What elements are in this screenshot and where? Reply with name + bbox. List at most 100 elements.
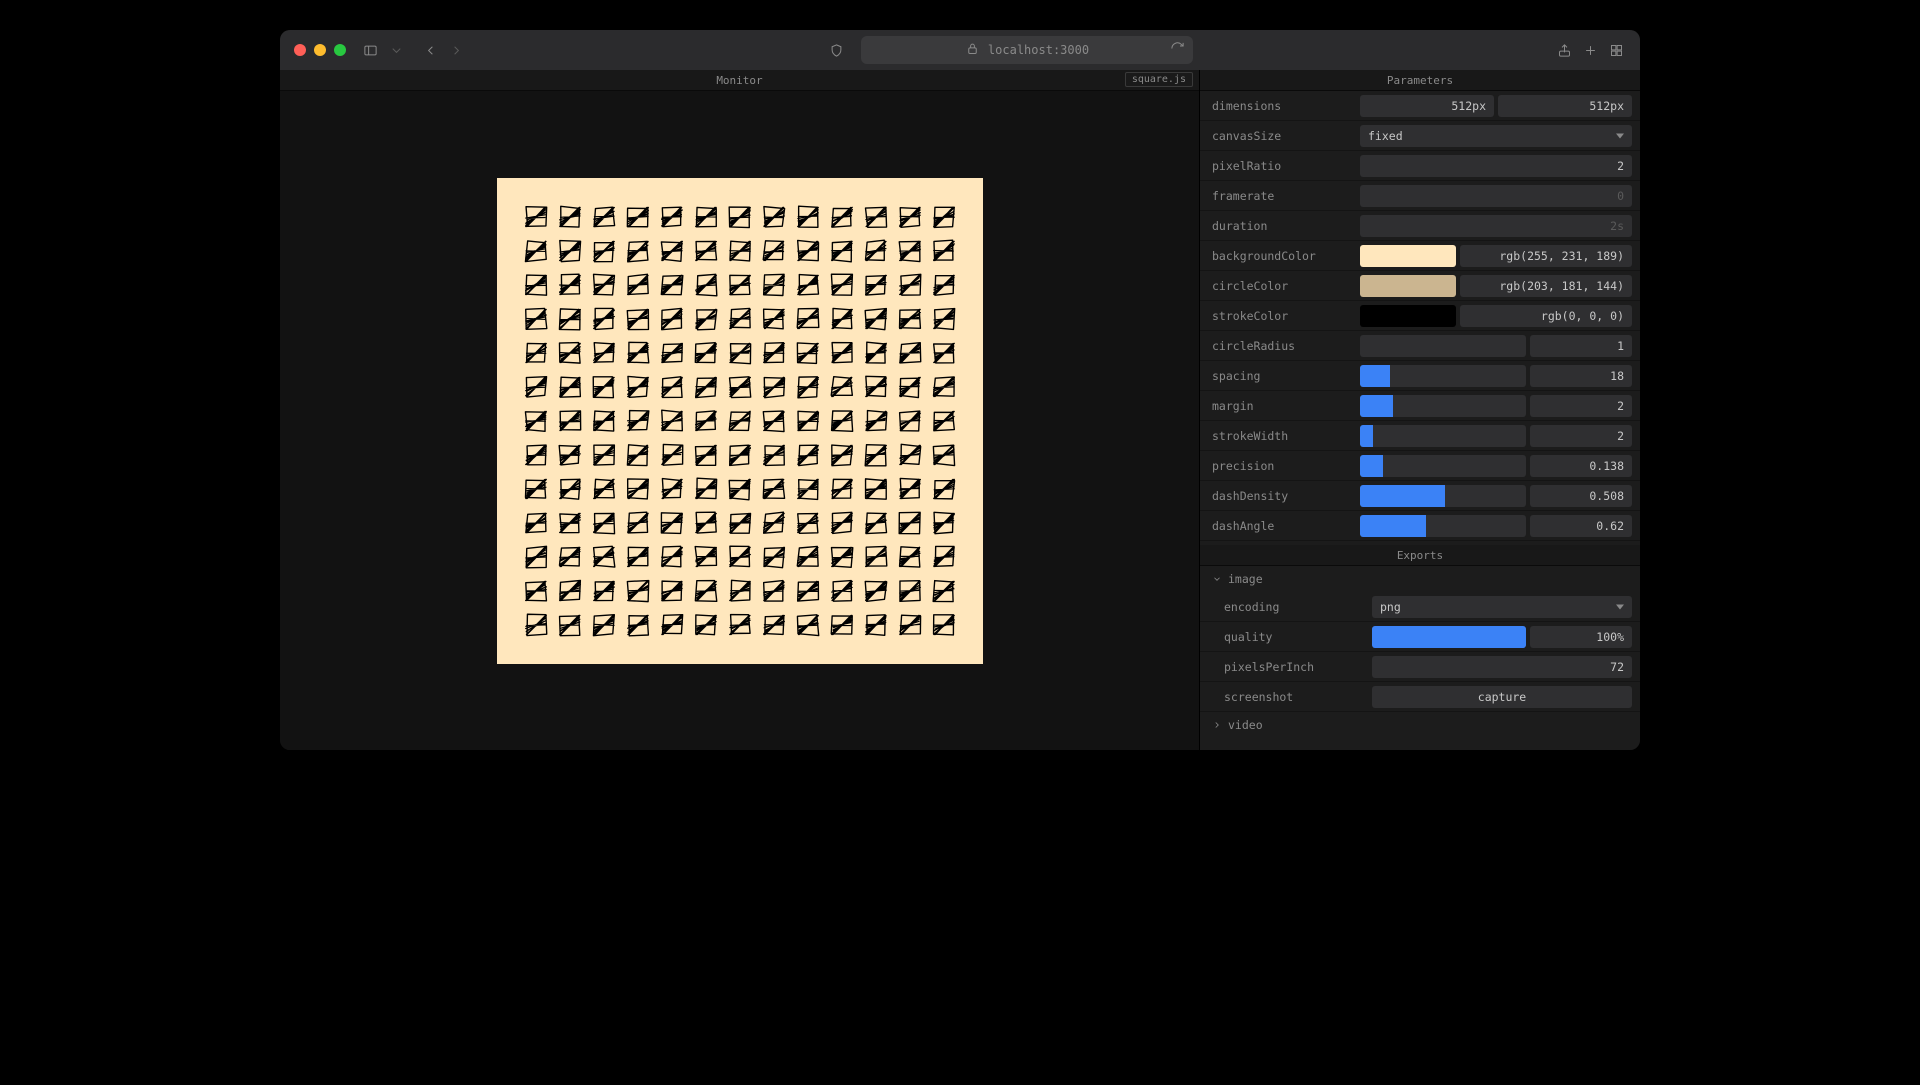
shield-icon[interactable] bbox=[827, 40, 847, 60]
chevron-down-icon bbox=[1212, 574, 1222, 584]
param-slider-quality[interactable] bbox=[1372, 626, 1526, 648]
param-label-screenshot: screenshot bbox=[1224, 690, 1364, 704]
chevron-down-icon[interactable] bbox=[386, 40, 406, 60]
param-label-framerate: framerate bbox=[1212, 189, 1352, 203]
param-row-circleRadius: circleRadius1 bbox=[1200, 331, 1640, 361]
close-window-button[interactable] bbox=[294, 44, 306, 56]
browser-toolbar: localhost:3000 bbox=[280, 30, 1640, 70]
param-row-dashDensity: dashDensity0.508 bbox=[1200, 481, 1640, 511]
grid-cell bbox=[795, 340, 821, 366]
refresh-icon[interactable] bbox=[1170, 41, 1185, 59]
param-slider-spacing[interactable] bbox=[1360, 365, 1526, 387]
grid-cell bbox=[761, 306, 787, 332]
export-group-image[interactable]: image bbox=[1200, 566, 1640, 592]
param-input-pixelRatio[interactable]: 2 bbox=[1360, 155, 1632, 177]
grid-cell bbox=[659, 238, 685, 264]
grid-cell bbox=[795, 204, 821, 230]
param-row-canvasSize: canvasSizefixed bbox=[1200, 121, 1640, 151]
grid-cell bbox=[591, 306, 617, 332]
param-slider-dashAngle[interactable] bbox=[1360, 515, 1526, 537]
param-input-dashDensity[interactable]: 0.508 bbox=[1530, 485, 1632, 507]
new-tab-icon[interactable] bbox=[1580, 40, 1600, 60]
grid-cell bbox=[523, 272, 549, 298]
grid-cell bbox=[761, 408, 787, 434]
grid-cell bbox=[557, 306, 583, 332]
sidebar-toggle-icon[interactable] bbox=[360, 40, 380, 60]
grid-cell bbox=[931, 578, 957, 604]
param-input-dimensions-0[interactable]: 512px bbox=[1360, 95, 1494, 117]
grid-cell bbox=[727, 408, 753, 434]
grid-cell bbox=[897, 374, 923, 400]
canvas-area bbox=[280, 91, 1199, 750]
grid-cell bbox=[591, 612, 617, 638]
monitor-filename-badge: square.js bbox=[1125, 72, 1193, 87]
param-label-backgroundColor: backgroundColor bbox=[1212, 249, 1352, 263]
export-group-label: video bbox=[1228, 718, 1263, 732]
grid-cell bbox=[761, 374, 787, 400]
param-select-encoding[interactable]: png bbox=[1372, 596, 1632, 618]
grid-cell bbox=[863, 442, 889, 468]
param-input-dashAngle[interactable]: 0.62 bbox=[1530, 515, 1632, 537]
param-input-precision[interactable]: 0.138 bbox=[1530, 455, 1632, 477]
app-body: Monitor square.js Parameters dimensions5… bbox=[280, 70, 1640, 750]
param-input-spacing[interactable]: 18 bbox=[1530, 365, 1632, 387]
param-swatch-circleColor[interactable] bbox=[1360, 275, 1456, 297]
grid-cell bbox=[557, 612, 583, 638]
param-slider-dashDensity[interactable] bbox=[1360, 485, 1526, 507]
param-input-strokeWidth[interactable]: 2 bbox=[1530, 425, 1632, 447]
grid-cell bbox=[557, 204, 583, 230]
param-input-strokeColor[interactable]: rgb(0, 0, 0) bbox=[1460, 305, 1632, 327]
param-slider-precision[interactable] bbox=[1360, 455, 1526, 477]
tab-overview-icon[interactable] bbox=[1606, 40, 1626, 60]
grid-cell bbox=[931, 374, 957, 400]
param-slider-margin[interactable] bbox=[1360, 395, 1526, 417]
param-label-strokeWidth: strokeWidth bbox=[1212, 429, 1352, 443]
grid-cell bbox=[659, 408, 685, 434]
grid-cell bbox=[931, 306, 957, 332]
grid-cell bbox=[523, 238, 549, 264]
param-row-margin: margin2 bbox=[1200, 391, 1640, 421]
param-button-screenshot[interactable]: capture bbox=[1372, 686, 1632, 708]
minimize-window-button[interactable] bbox=[314, 44, 326, 56]
param-select-canvasSize[interactable]: fixed bbox=[1360, 125, 1632, 147]
grid-cell bbox=[523, 510, 549, 536]
share-icon[interactable] bbox=[1554, 40, 1574, 60]
param-swatch-strokeColor[interactable] bbox=[1360, 305, 1456, 327]
grid-cell bbox=[693, 374, 719, 400]
param-input-duration[interactable]: 2s bbox=[1360, 215, 1632, 237]
forward-button[interactable] bbox=[446, 40, 466, 60]
grid-cell bbox=[693, 612, 719, 638]
param-slider-strokeWidth[interactable] bbox=[1360, 425, 1526, 447]
grid-cell bbox=[795, 612, 821, 638]
grid-cell bbox=[761, 612, 787, 638]
url-bar[interactable]: localhost:3000 bbox=[861, 36, 1194, 64]
grid-cell bbox=[897, 544, 923, 570]
param-row-screenshot: screenshot capture bbox=[1200, 682, 1640, 712]
param-input-framerate[interactable]: 0 bbox=[1360, 185, 1632, 207]
grid-cell bbox=[863, 374, 889, 400]
param-input-pixelsPerInch[interactable]: 72 bbox=[1372, 656, 1632, 678]
grid-cell bbox=[931, 612, 957, 638]
lock-icon bbox=[965, 41, 980, 59]
zoom-window-button[interactable] bbox=[334, 44, 346, 56]
grid-cell bbox=[659, 442, 685, 468]
param-swatch-backgroundColor[interactable] bbox=[1360, 245, 1456, 267]
param-input-dimensions-1[interactable]: 512px bbox=[1498, 95, 1632, 117]
param-input-circleColor[interactable]: rgb(203, 181, 144) bbox=[1460, 275, 1632, 297]
grid-cell bbox=[863, 272, 889, 298]
param-input-backgroundColor[interactable]: rgb(255, 231, 189) bbox=[1460, 245, 1632, 267]
grid-cell bbox=[863, 204, 889, 230]
param-input-margin[interactable]: 2 bbox=[1530, 395, 1632, 417]
grid-cell bbox=[761, 340, 787, 366]
export-group-video[interactable]: video bbox=[1200, 712, 1640, 738]
back-button[interactable] bbox=[420, 40, 440, 60]
param-input-circleRadius[interactable]: 1 bbox=[1530, 335, 1632, 357]
grid-cell bbox=[829, 306, 855, 332]
grid-cell bbox=[863, 340, 889, 366]
grid-cell bbox=[795, 476, 821, 502]
param-input-quality[interactable]: 100% bbox=[1530, 626, 1632, 648]
traffic-lights bbox=[294, 44, 346, 56]
grid-cell bbox=[795, 238, 821, 264]
grid-cell bbox=[727, 476, 753, 502]
param-slider-circleRadius[interactable] bbox=[1360, 335, 1526, 357]
